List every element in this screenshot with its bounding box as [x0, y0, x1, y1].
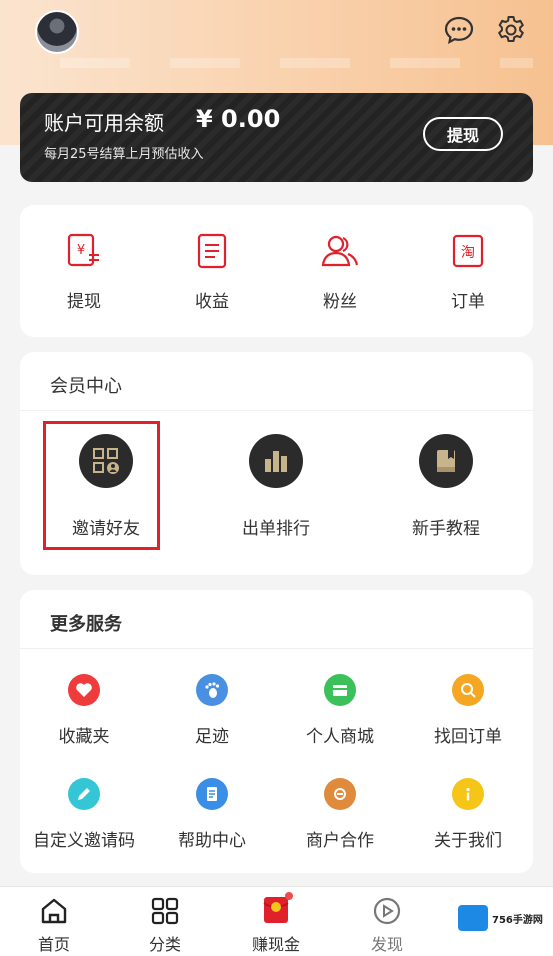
- member-item-ranking[interactable]: 出单排行: [216, 434, 336, 539]
- quick-actions-card: ¥ 提现 收益 粉丝 淘 订单: [20, 205, 533, 337]
- service-label: 足迹: [195, 727, 229, 747]
- service-merchant-cooperation[interactable]: 商户合作: [280, 778, 400, 851]
- quick-item-orders[interactable]: 淘 订单: [418, 233, 518, 312]
- divider: [20, 410, 533, 411]
- member-center-card: 会员中心 邀请好友 出单排行 新手教程: [20, 352, 533, 575]
- quick-item-fans[interactable]: 粉丝: [290, 233, 390, 312]
- balance-title: 账户可用余额: [44, 111, 164, 135]
- section-title: 更多服务: [50, 614, 122, 635]
- watermark-logo-icon: [458, 905, 488, 931]
- more-services-card: 更多服务 收藏夹 足迹 个人商城 找回订单 自定义邀请码 帮助中心 商户合作 关…: [20, 590, 533, 873]
- highlight-box: [43, 421, 160, 550]
- service-label: 帮助中心: [178, 831, 246, 851]
- tab-label: 赚现金: [251, 935, 300, 954]
- tab-earn-cash[interactable]: 赚现金: [236, 892, 316, 955]
- quick-item-label: 订单: [451, 292, 485, 312]
- category-icon: [151, 897, 179, 925]
- mall-icon: [324, 674, 356, 706]
- help-icon: [196, 778, 228, 810]
- tab-label: 发现: [370, 935, 403, 954]
- service-label: 找回订单: [434, 727, 502, 747]
- play-icon: [373, 897, 401, 925]
- settings-gear-icon[interactable]: [495, 14, 527, 46]
- tab-home[interactable]: 首页: [14, 897, 94, 955]
- header-decoration: [60, 58, 533, 68]
- svg-text:淘: 淘: [461, 245, 475, 261]
- divider: [20, 648, 533, 649]
- heart-icon: [68, 674, 100, 706]
- message-icon[interactable]: [443, 14, 475, 46]
- avatar[interactable]: [35, 10, 79, 54]
- section-title: 会员中心: [50, 376, 122, 397]
- service-label: 收藏夹: [58, 727, 110, 747]
- watermark-text: 756手游网: [492, 914, 543, 926]
- balance-subtitle: 每月25号结算上月预估收入: [44, 147, 204, 162]
- service-help[interactable]: 帮助中心: [152, 778, 272, 851]
- service-label: 关于我们: [434, 831, 502, 851]
- tab-category[interactable]: 分类: [125, 897, 205, 955]
- member-item-label: 新手教程: [412, 519, 480, 539]
- quick-item-withdraw[interactable]: ¥ 提现: [34, 233, 134, 312]
- edit-icon: [68, 778, 100, 810]
- service-footprint[interactable]: 足迹: [152, 674, 272, 747]
- service-about-us[interactable]: 关于我们: [408, 778, 528, 851]
- service-label: 个人商城: [306, 727, 374, 747]
- quick-item-label: 收益: [195, 292, 229, 312]
- tutorial-book-icon: [419, 434, 473, 488]
- cooperation-icon: [324, 778, 356, 810]
- footprint-icon: [196, 674, 228, 706]
- fans-icon: [321, 235, 359, 267]
- svg-text:¥: ¥: [77, 243, 85, 258]
- earnings-icon: [197, 233, 227, 269]
- service-favorites[interactable]: 收藏夹: [24, 674, 144, 747]
- search-order-icon: [452, 674, 484, 706]
- service-custom-invite-code[interactable]: 自定义邀请码: [24, 778, 144, 851]
- service-mall[interactable]: 个人商城: [280, 674, 400, 747]
- tab-label: 分类: [148, 935, 181, 954]
- service-label: 自定义邀请码: [33, 831, 135, 851]
- red-envelope-icon: [263, 892, 293, 923]
- taobao-order-icon: 淘: [452, 234, 484, 268]
- watermark: 756手游网: [458, 905, 543, 931]
- service-label: 商户合作: [306, 831, 374, 851]
- balance-card: 账户可用余额 ¥ 0.00 每月25号结算上月预估收入 提现: [20, 93, 533, 182]
- quick-item-earnings[interactable]: 收益: [162, 233, 262, 312]
- balance-amount: ¥ 0.00: [196, 105, 281, 133]
- quick-item-label: 提现: [67, 292, 101, 312]
- tab-discover[interactable]: 发现: [347, 897, 427, 955]
- withdraw-icon: ¥: [67, 233, 99, 267]
- ranking-icon: [249, 434, 303, 488]
- member-item-label: 出单排行: [242, 519, 310, 539]
- home-icon: [41, 898, 67, 924]
- withdraw-button[interactable]: 提现: [423, 117, 503, 151]
- member-item-tutorial[interactable]: 新手教程: [386, 434, 506, 539]
- service-find-order[interactable]: 找回订单: [408, 674, 528, 747]
- tab-label: 首页: [37, 935, 70, 954]
- info-icon: [452, 778, 484, 810]
- quick-item-label: 粉丝: [323, 292, 357, 312]
